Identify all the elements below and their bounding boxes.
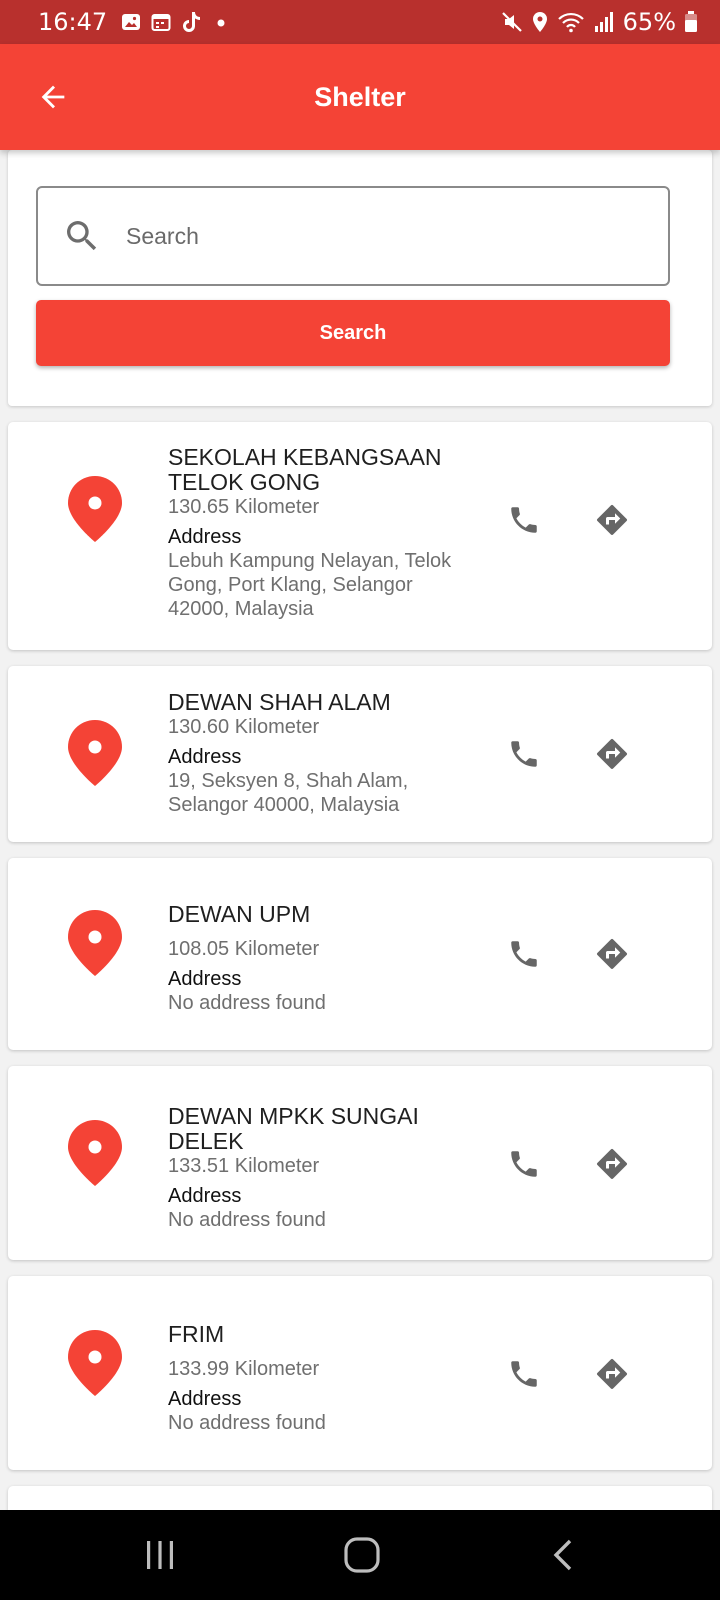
back-button[interactable] <box>30 74 76 120</box>
address-label: Address <box>168 746 242 768</box>
recent-apps-icon <box>147 1541 173 1569</box>
back-nav-button[interactable] <box>534 1530 594 1580</box>
call-button[interactable] <box>502 1142 546 1186</box>
phone-icon <box>511 941 537 967</box>
mute-icon <box>501 12 522 32</box>
shelter-name: FRIM <box>168 1321 225 1347</box>
shelter-distance: 133.99 Kilometer <box>168 1358 320 1380</box>
shelter-address: Lebuh Kampung Nelayan, Telok Gong, Port … <box>168 550 452 620</box>
gallery-icon <box>122 14 141 30</box>
shelter-name: DEWAN UPM <box>168 901 311 927</box>
shelter-info: SEKOLAH KEBANGSAAN TELOK GONG 130.65 Kil… <box>168 445 468 621</box>
directions-button[interactable] <box>590 932 634 976</box>
address-label: Address <box>168 1185 242 1207</box>
location-pin-icon <box>68 910 122 976</box>
recent-apps-button[interactable] <box>130 1530 190 1580</box>
directions-button[interactable] <box>590 498 634 542</box>
call-button[interactable] <box>502 1352 546 1396</box>
shelter-info: DEWAN UPM 108.05 Kilometer Address No ad… <box>168 902 468 1015</box>
search-icon <box>62 216 102 256</box>
directions-button[interactable] <box>590 1352 634 1396</box>
directions-icon <box>597 1358 628 1389</box>
shelter-card[interactable]: FRIM 133.99 Kilometer Address No address… <box>8 1276 712 1470</box>
wifi-icon <box>557 12 584 33</box>
directions-button[interactable] <box>590 1142 634 1186</box>
search-input[interactable] <box>124 221 668 251</box>
status-time: 16:47 <box>38 8 108 36</box>
back-nav-icon <box>553 1539 572 1571</box>
phone-icon <box>511 741 537 767</box>
shelter-info: DEWAN SHAH ALAM 130.60 Kilometer Address… <box>168 690 468 817</box>
shelter-info: FRIM 133.99 Kilometer Address No address… <box>168 1322 468 1435</box>
shelter-distance: 130.65 Kilometer <box>168 496 320 518</box>
call-button[interactable] <box>502 498 546 542</box>
phone-icon <box>511 507 537 533</box>
shelter-card[interactable]: DEWAN UPM 108.05 Kilometer Address No ad… <box>8 858 712 1050</box>
location-pin-icon <box>68 1120 122 1186</box>
calendar-icon <box>151 14 171 31</box>
call-button[interactable] <box>502 932 546 976</box>
directions-button[interactable] <box>590 732 634 776</box>
address-label: Address <box>168 1388 242 1410</box>
directions-icon <box>597 738 628 769</box>
status-bar: 16:47 65% <box>0 0 720 44</box>
page-title: Shelter <box>314 82 406 112</box>
home-button[interactable] <box>332 1530 392 1580</box>
shelter-address: 19, Seksyen 8, Shah Alam, Selangor 40000… <box>168 770 409 816</box>
location-pin-icon <box>68 1330 122 1396</box>
location-pin-icon <box>68 720 122 786</box>
call-button[interactable] <box>502 732 546 776</box>
shelter-distance: 133.51 Kilometer <box>168 1155 320 1177</box>
battery-percent: 65% <box>622 8 676 36</box>
shelter-card[interactable]: SEKOLAH KEBANGSAAN TELOK GONG 130.65 Kil… <box>8 422 712 650</box>
phone-icon <box>511 1151 537 1177</box>
shelter-address: No address found <box>168 992 326 1014</box>
signal-icon <box>594 12 613 32</box>
directions-icon <box>597 504 628 535</box>
shelter-address: No address found <box>168 1209 326 1231</box>
shelter-name: SEKOLAH KEBANGSAAN TELOK GONG <box>168 444 442 495</box>
arrow-back-icon <box>41 85 65 109</box>
shelter-name: DEWAN MPKK SUNGAI DELEK <box>168 1103 419 1154</box>
battery-icon <box>685 11 697 32</box>
address-label: Address <box>168 526 242 548</box>
shelter-distance: 130.60 Kilometer <box>168 716 320 738</box>
tiktok-icon <box>183 12 201 32</box>
shelter-info: DEWAN MPKK SUNGAI DELEK 133.51 Kilometer… <box>168 1104 468 1232</box>
shelter-name: DEWAN SHAH ALAM <box>168 689 391 715</box>
shelter-address: No address found <box>168 1412 326 1434</box>
dot-icon <box>217 19 225 27</box>
status-icons-right: 65% <box>501 8 698 36</box>
shelter-card[interactable]: DEWAN MPKK SUNGAI DELEK 133.51 Kilometer… <box>8 1066 712 1260</box>
search-field[interactable] <box>36 186 670 286</box>
location-pin-icon <box>68 476 122 542</box>
directions-icon <box>597 1148 628 1179</box>
directions-icon <box>597 938 628 969</box>
search-card: Search <box>8 150 712 406</box>
system-nav-bar <box>0 1510 720 1600</box>
shelter-card[interactable]: DEWAN SHAH ALAM 130.60 Kilometer Address… <box>8 666 712 842</box>
shelter-distance: 108.05 Kilometer <box>168 938 320 960</box>
address-label: Address <box>168 968 242 990</box>
status-icons-left <box>121 11 231 33</box>
phone-icon <box>511 1361 537 1387</box>
app-bar: Shelter <box>0 44 720 150</box>
home-icon <box>344 1537 380 1573</box>
search-button[interactable]: Search <box>36 300 670 366</box>
location-icon <box>532 12 547 32</box>
